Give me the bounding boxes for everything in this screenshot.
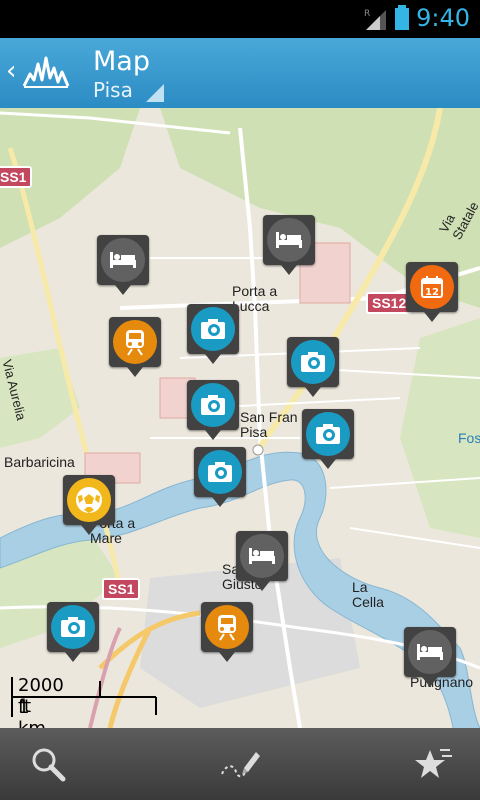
- city-name: Pisa: [93, 78, 133, 102]
- place-label: Barbaricina: [4, 454, 75, 470]
- sight-pin[interactable]: [287, 337, 339, 397]
- sight-pin[interactable]: [187, 380, 239, 440]
- search-button[interactable]: [26, 742, 70, 786]
- bed-icon: [267, 218, 311, 262]
- soccer-ball-icon: [67, 478, 111, 522]
- road-shield: SS1: [0, 166, 33, 188]
- event-day: 12: [425, 287, 439, 298]
- page-title: Map: [93, 46, 150, 77]
- hotel-pin[interactable]: [236, 531, 288, 591]
- sport-pin[interactable]: [63, 475, 115, 535]
- map-view[interactable]: Porta a Lucca San Fran Pisa Barbaricina …: [0, 108, 480, 728]
- hotel-pin[interactable]: [263, 215, 315, 275]
- chevron-left-icon: ‹: [6, 56, 17, 86]
- app-logo-icon: [22, 56, 70, 88]
- place-label: Fos: [458, 430, 480, 446]
- signal-icon: R: [364, 9, 386, 30]
- train-station-pin[interactable]: [201, 602, 253, 662]
- dropdown-corner-icon: [146, 84, 164, 102]
- park-area: [400, 318, 480, 538]
- clock: 9:40: [416, 4, 470, 32]
- sight-pin[interactable]: [302, 409, 354, 469]
- sight-pin[interactable]: [47, 602, 99, 662]
- hotel-pin[interactable]: [97, 235, 149, 295]
- event-pin[interactable]: 12: [406, 262, 458, 322]
- battery-icon: [395, 5, 409, 30]
- train-station-pin[interactable]: [109, 317, 161, 377]
- sight-pin[interactable]: [194, 447, 246, 507]
- star-favorites-icon: [415, 749, 452, 778]
- train-icon: [205, 605, 249, 649]
- bed-icon: [101, 238, 145, 282]
- camera-icon: [198, 450, 242, 494]
- hotel-pin[interactable]: [404, 627, 456, 687]
- bed-icon: [408, 630, 452, 674]
- sight-pin[interactable]: [187, 304, 239, 364]
- action-bar: ‹ Map Pisa: [0, 38, 480, 108]
- favorites-button[interactable]: [410, 742, 454, 786]
- camera-icon: [191, 307, 235, 351]
- camera-icon: [291, 340, 335, 384]
- search-icon: [32, 748, 66, 782]
- bed-icon: [240, 534, 284, 578]
- road-shield: SS1: [102, 578, 141, 600]
- camera-icon: [191, 383, 235, 427]
- route-button[interactable]: [218, 742, 262, 786]
- route-draw-icon: [221, 752, 260, 778]
- calendar-icon: 12: [410, 265, 454, 309]
- train-icon: [113, 320, 157, 364]
- place-label: La Cella: [352, 579, 384, 610]
- status-bar: R 9:40: [0, 0, 480, 38]
- place-label: San Fran Pisa: [240, 409, 298, 440]
- camera-icon: [51, 605, 95, 649]
- camera-icon: [306, 412, 350, 456]
- bottom-toolbar: [0, 728, 480, 800]
- network-type: R: [364, 9, 370, 19]
- scale-metric: 1 km: [18, 697, 46, 728]
- place-label: Porta a Lucca: [232, 283, 278, 314]
